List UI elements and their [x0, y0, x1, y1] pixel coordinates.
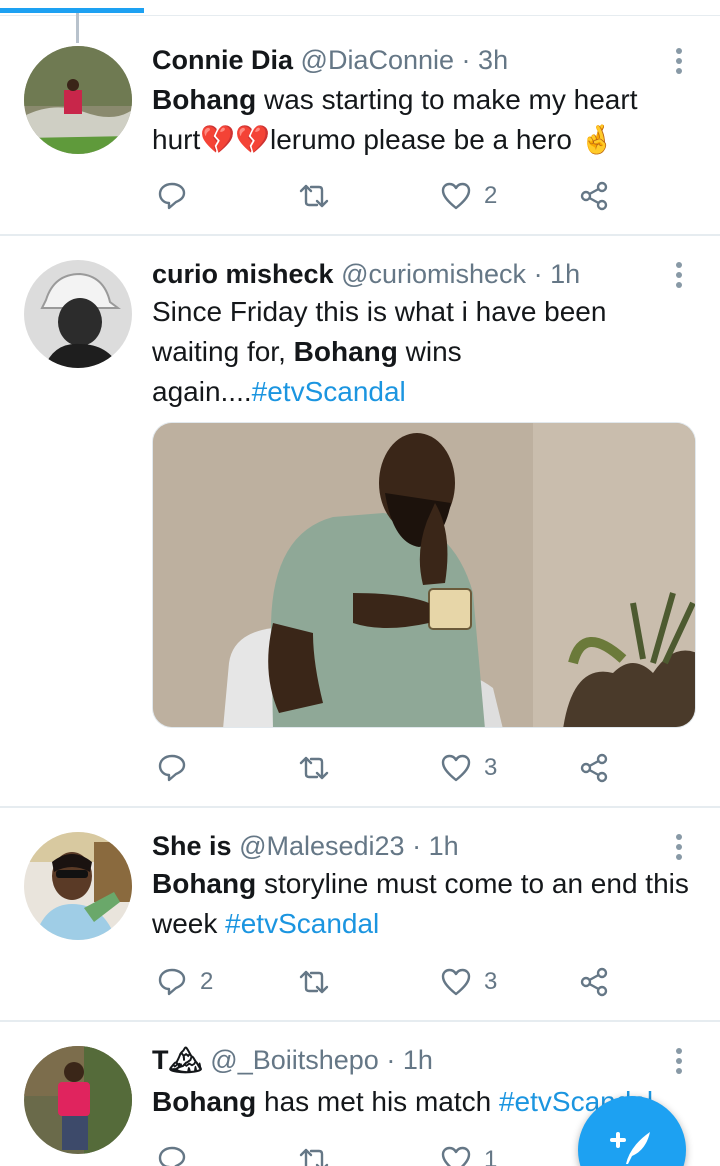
more-icon[interactable] — [672, 1046, 686, 1076]
share-icon — [580, 753, 608, 783]
reply-button[interactable] — [156, 1140, 200, 1166]
highlighted-term: Bohang — [293, 336, 398, 367]
tweet-text: Since Friday this is what i have been wa… — [152, 292, 690, 412]
tweet[interactable]: She is @Malesedi23 · 1h Bohang storyline… — [0, 808, 720, 1022]
timestamp[interactable]: 1h — [429, 831, 459, 861]
reply-icon — [158, 182, 186, 210]
separator-dot: · — [412, 831, 422, 861]
reply-button[interactable] — [156, 176, 200, 216]
media-photo — [153, 423, 695, 727]
tweet-actions: 2 3 — [152, 962, 632, 1002]
retweet-icon — [299, 184, 329, 208]
retweet-button[interactable] — [298, 962, 342, 1002]
tweet[interactable]: Connie Dia @DiaConnie · 3h Bohang was st… — [0, 16, 720, 236]
more-icon[interactable] — [672, 260, 686, 290]
timestamp[interactable]: 3h — [478, 45, 508, 75]
share-button[interactable] — [578, 748, 610, 788]
retweet-icon — [299, 1148, 329, 1166]
like-icon — [441, 1146, 471, 1166]
tweet-header: Connie Dia @DiaConnie · 3h — [152, 42, 660, 78]
reply-icon — [158, 754, 186, 782]
like-icon — [441, 754, 471, 782]
share-button[interactable] — [578, 962, 610, 1002]
avatar-image — [24, 46, 132, 154]
like-count: 3 — [484, 968, 498, 995]
separator-dot: · — [386, 1045, 396, 1075]
hashtag-link[interactable]: #etvScandal — [252, 376, 406, 407]
display-name[interactable]: T🏔 — [152, 1045, 203, 1075]
separator-dot: · — [533, 259, 543, 289]
tweet-actions: 2 — [152, 176, 632, 216]
highlighted-term: Bohang — [152, 84, 257, 115]
avatar-image — [24, 260, 132, 368]
like-button[interactable]: 3 — [440, 962, 497, 1002]
like-count: 1 — [484, 1146, 498, 1166]
retweet-button[interactable] — [298, 1140, 342, 1166]
like-count: 2 — [484, 182, 498, 209]
display-name[interactable]: curio misheck — [152, 259, 334, 289]
more-icon[interactable] — [672, 46, 686, 76]
share-icon — [580, 181, 608, 211]
retweet-button[interactable] — [298, 748, 342, 788]
avatar[interactable] — [24, 46, 132, 154]
avatar-image — [24, 1046, 132, 1154]
reply-icon — [158, 968, 186, 996]
tweet-text: Bohang storyline must come to an end thi… — [152, 864, 690, 944]
user-handle[interactable]: @DiaConnie — [301, 45, 454, 75]
display-name[interactable]: She is — [152, 831, 232, 861]
like-count: 3 — [484, 754, 498, 781]
avatar[interactable] — [24, 1046, 132, 1154]
retweet-icon — [299, 756, 329, 780]
user-handle[interactable]: @Malesedi23 — [239, 831, 405, 861]
highlighted-term: Bohang — [152, 868, 257, 899]
separator-dot: · — [461, 45, 471, 75]
tweet-header: T🏔 @_Boiitshepo · 1h — [152, 1042, 660, 1078]
timestamp[interactable]: 1h — [403, 1045, 433, 1075]
tweet[interactable]: curio misheck @curiomisheck · 1h Since F… — [0, 236, 720, 808]
reply-button[interactable]: 2 — [156, 962, 213, 1002]
tweet-actions: 3 — [152, 748, 632, 788]
like-button[interactable]: 2 — [440, 176, 497, 216]
avatar-image — [24, 832, 132, 940]
reply-button[interactable] — [156, 748, 200, 788]
share-icon — [580, 967, 608, 997]
more-icon[interactable] — [672, 832, 686, 862]
hashtag-link[interactable]: #etvScandal — [225, 908, 379, 939]
tweet-header: She is @Malesedi23 · 1h — [152, 828, 660, 864]
user-handle[interactable]: @curiomisheck — [341, 259, 526, 289]
timestamp[interactable]: 1h — [550, 259, 580, 289]
avatar[interactable] — [24, 832, 132, 940]
tweet-media-image[interactable] — [152, 422, 696, 728]
share-button[interactable] — [578, 176, 610, 216]
display-name[interactable]: Connie Dia — [152, 45, 293, 75]
reply-icon — [158, 1146, 186, 1166]
like-button[interactable]: 3 — [440, 748, 497, 788]
retweet-button[interactable] — [298, 176, 342, 216]
tweet-actions: 1 — [152, 1140, 632, 1166]
like-icon — [441, 182, 471, 210]
tweet-text-rest: has met his match — [256, 1086, 499, 1117]
top-tab-bar — [0, 0, 720, 16]
tweet-text: Bohang was starting to make my heart hur… — [152, 80, 690, 160]
user-handle[interactable]: @_Boiitshepo — [210, 1045, 379, 1075]
tweet-header: curio misheck @curiomisheck · 1h — [152, 256, 660, 292]
avatar[interactable] — [24, 260, 132, 368]
retweet-icon — [299, 970, 329, 994]
highlighted-term: Bohang — [152, 1086, 257, 1117]
like-icon — [441, 968, 471, 996]
reply-count: 2 — [200, 968, 214, 995]
compose-icon — [610, 1132, 650, 1164]
active-tab-indicator — [0, 8, 144, 13]
like-button[interactable]: 1 — [440, 1140, 497, 1166]
